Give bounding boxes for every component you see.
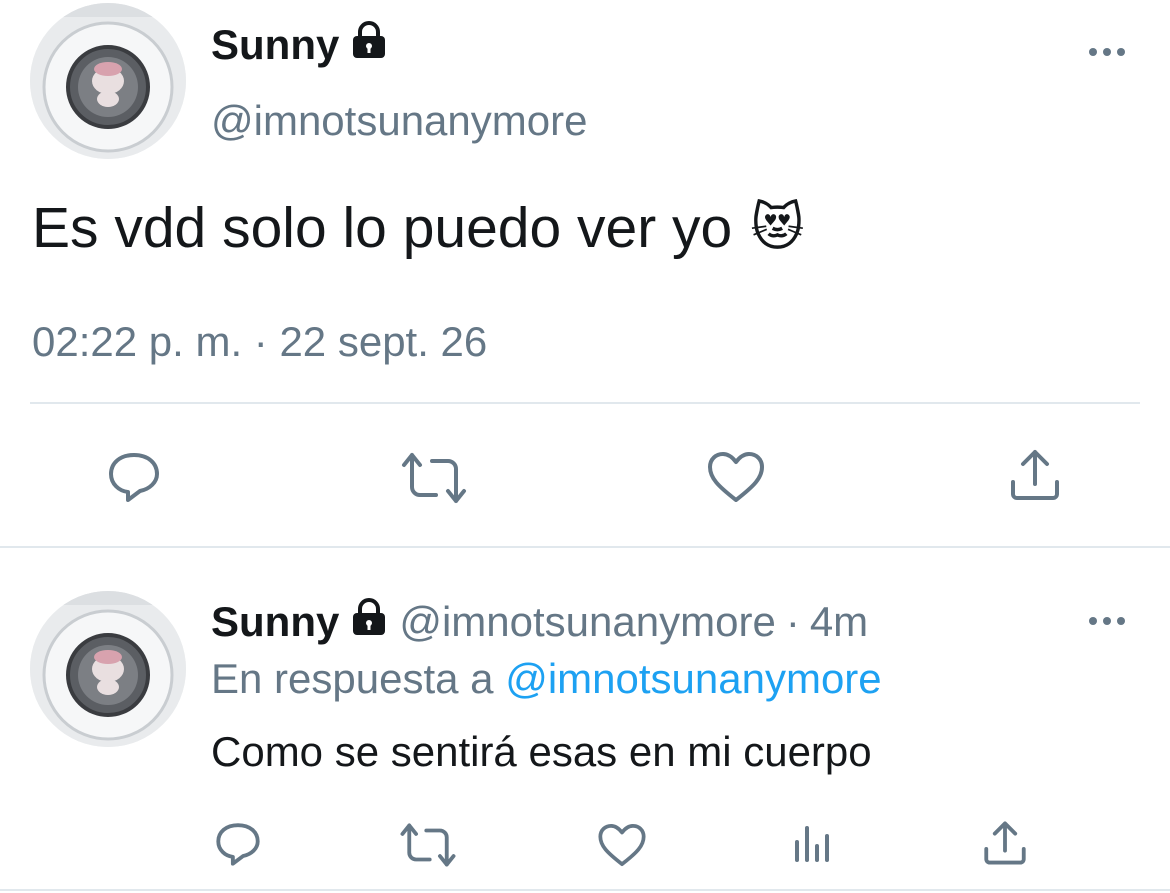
analytics-icon[interactable] bbox=[793, 822, 833, 871]
author-name-row: Sunny bbox=[211, 20, 389, 70]
lock-icon bbox=[349, 597, 389, 647]
like-icon[interactable] bbox=[706, 450, 766, 509]
replying-to-line: En respuesta a @imnotsunanymore bbox=[211, 655, 882, 703]
replying-to-prefix: En respuesta a bbox=[211, 655, 494, 702]
washing-machine-avatar-image bbox=[30, 3, 186, 159]
share-icon[interactable] bbox=[1008, 448, 1062, 507]
divider bbox=[30, 402, 1140, 404]
retweet-icon[interactable] bbox=[400, 451, 468, 510]
more-icon[interactable] bbox=[1088, 44, 1128, 65]
retweet-icon[interactable] bbox=[399, 822, 457, 873]
reply-icon[interactable] bbox=[214, 820, 262, 873]
author-name[interactable]: Sunny bbox=[211, 21, 339, 69]
like-icon[interactable] bbox=[597, 822, 647, 873]
bottom-divider bbox=[0, 889, 1170, 891]
author-name[interactable]: Sunny bbox=[211, 598, 339, 646]
tweet-text: Es vdd solo lo puedo ver yo bbox=[32, 196, 733, 260]
replying-to-link[interactable]: @imnotsunanymore bbox=[505, 655, 881, 702]
share-icon[interactable] bbox=[982, 820, 1028, 871]
avatar[interactable] bbox=[30, 591, 186, 747]
author-handle[interactable]: @imnotsunanymore bbox=[211, 97, 587, 145]
reply-icon[interactable] bbox=[106, 449, 162, 510]
avatar[interactable] bbox=[30, 3, 186, 159]
tweet-time-ago[interactable]: 4m bbox=[810, 598, 868, 646]
reply-text: Como se sentirá esas en mi cuerpo bbox=[211, 728, 872, 775]
heart-eyes-cat-emoji: 😻 bbox=[750, 198, 805, 258]
section-divider bbox=[0, 546, 1170, 548]
author-handle[interactable]: @imnotsunanymore bbox=[399, 598, 775, 646]
reply-header: Sunny @imnotsunanymore · 4m bbox=[211, 597, 868, 647]
washing-machine-avatar-image bbox=[30, 591, 186, 747]
tweet-text-row: Es vdd solo lo puedo ver yo 😻 bbox=[32, 195, 804, 261]
separator: · bbox=[785, 598, 800, 645]
tweet-timestamp[interactable]: 02:22 p. m. · 22 sept. 26 bbox=[32, 318, 487, 366]
more-icon[interactable] bbox=[1088, 613, 1128, 634]
lock-icon bbox=[349, 20, 389, 70]
